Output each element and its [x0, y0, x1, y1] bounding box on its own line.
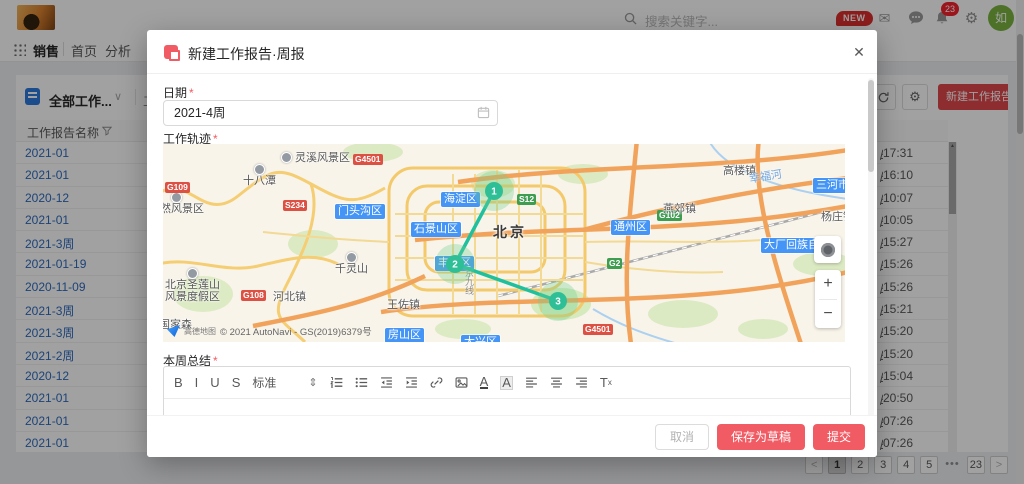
map-label: 大兴区: [461, 335, 500, 342]
modal-header: 新建工作报告·周报 ✕: [147, 30, 877, 74]
map-label: 杨庄镇: [821, 208, 845, 224]
editor-tool-ul[interactable]: [355, 376, 368, 390]
map-label: 王佐镇: [387, 296, 420, 312]
editor-tool-bg[interactable]: A: [500, 376, 513, 390]
amap-logo: [167, 325, 180, 337]
map-labels: 灵溪风景区十八潭自然风景区北京圣莲山风景度假区 千灵山 G109 G4501 S234 G…: [163, 144, 845, 342]
editor-tool-outdent[interactable]: [380, 376, 393, 390]
map-label: 千灵山: [335, 252, 368, 275]
report-icon: [164, 45, 178, 59]
map-label: S234: [283, 200, 307, 211]
date-input[interactable]: 2021-4周: [163, 100, 498, 126]
date-label: 日期: [163, 84, 194, 101]
poi-icon: [281, 152, 292, 163]
editor-tool-ol[interactable]: [330, 376, 343, 390]
map-label: G108: [241, 290, 266, 301]
map-zoom-control: + −: [815, 270, 841, 328]
map-label: G4501: [353, 154, 383, 165]
map-label: 灵溪风景区: [281, 149, 350, 165]
calendar-icon[interactable]: [477, 106, 490, 119]
map-label: G2: [607, 258, 622, 269]
editor-tool-size[interactable]: ⇕: [308, 376, 317, 390]
app-root: 搜索关键字... NEW ✉ 23 ⚙ 如 销售 首页 分析 全部工作... ∨…: [0, 0, 1024, 484]
locate-button[interactable]: [814, 236, 841, 263]
poi-icon: [187, 268, 198, 279]
close-icon[interactable]: ✕: [849, 42, 869, 62]
cancel-button[interactable]: 取消: [655, 424, 709, 450]
map-attribution: 高德地图 © 2021 AutoNavi - GS(2019)6379号: [167, 324, 372, 338]
map-label: 京九线: [463, 268, 476, 295]
map-copyright: © 2021 AutoNavi - GS(2019)6379号: [220, 324, 372, 338]
modal-footer: 取消 保存为草稿 提交: [147, 415, 877, 457]
map-label: 燕郊镇: [663, 200, 696, 216]
poi-icon: [171, 192, 182, 203]
map-label: 海淀区: [441, 192, 480, 207]
editor-tool-strike[interactable]: S: [232, 376, 241, 390]
map-label: 河北镇: [273, 288, 306, 304]
editor-tool-indent[interactable]: [405, 376, 418, 390]
editor-tool-alignR[interactable]: [575, 376, 588, 390]
save-draft-button[interactable]: 保存为草稿: [717, 424, 805, 450]
poi-icon: [254, 164, 265, 175]
map-label: 北京圣莲山风景度假区: [165, 268, 220, 303]
editor-tool-image[interactable]: [455, 376, 468, 390]
modal-scrollbar-thumb[interactable]: [868, 80, 874, 172]
map-label: 门头沟区: [335, 204, 385, 219]
work-track-map[interactable]: 灵溪风景区十八潭自然风景区北京圣莲山风景度假区 千灵山 G109 G4501 S234 G…: [163, 144, 845, 342]
map-label: G4501: [583, 324, 613, 335]
editor-tool-bold[interactable]: B: [174, 376, 183, 390]
zoom-out-button[interactable]: −: [815, 300, 841, 329]
editor-tool-color[interactable]: A: [480, 376, 489, 389]
editor-tool-underline[interactable]: U: [210, 376, 219, 390]
map-label: 北京: [493, 222, 527, 242]
modal-scrollbar[interactable]: [868, 78, 874, 452]
editor-tool-alignL[interactable]: [525, 376, 538, 390]
editor-tool-clear[interactable]: Tx: [600, 376, 612, 390]
editor-tool-link[interactable]: [430, 376, 443, 390]
map-label: 房山区: [385, 328, 424, 342]
map-label: 自然风景区: [163, 192, 204, 215]
map-brand: 高德地图: [184, 326, 216, 337]
map-label: 三河市: [813, 178, 845, 193]
editor-toolbar: BIUS 标准 ⇕ AA Tx: [164, 367, 850, 399]
editor-tool-alignC[interactable]: [550, 376, 563, 390]
map-label: S12: [517, 194, 536, 205]
map-label: 十八潭: [243, 164, 276, 187]
editor-tool-italic[interactable]: I: [195, 376, 199, 390]
modal-title: 新建工作报告·周报: [188, 44, 305, 64]
locate-icon: [821, 243, 835, 257]
new-report-modal: 新建工作报告·周报 ✕ 日期 2021-4周 工作轨迹: [147, 30, 877, 457]
map-label: G109: [165, 182, 190, 193]
poi-icon: [346, 252, 357, 263]
submit-button[interactable]: 提交: [813, 424, 865, 450]
map-label: 石景山区: [411, 222, 461, 237]
zoom-in-button[interactable]: +: [815, 270, 841, 299]
map-label: 通州区: [611, 220, 650, 235]
editor-tool-style[interactable]: 标准: [252, 376, 296, 390]
